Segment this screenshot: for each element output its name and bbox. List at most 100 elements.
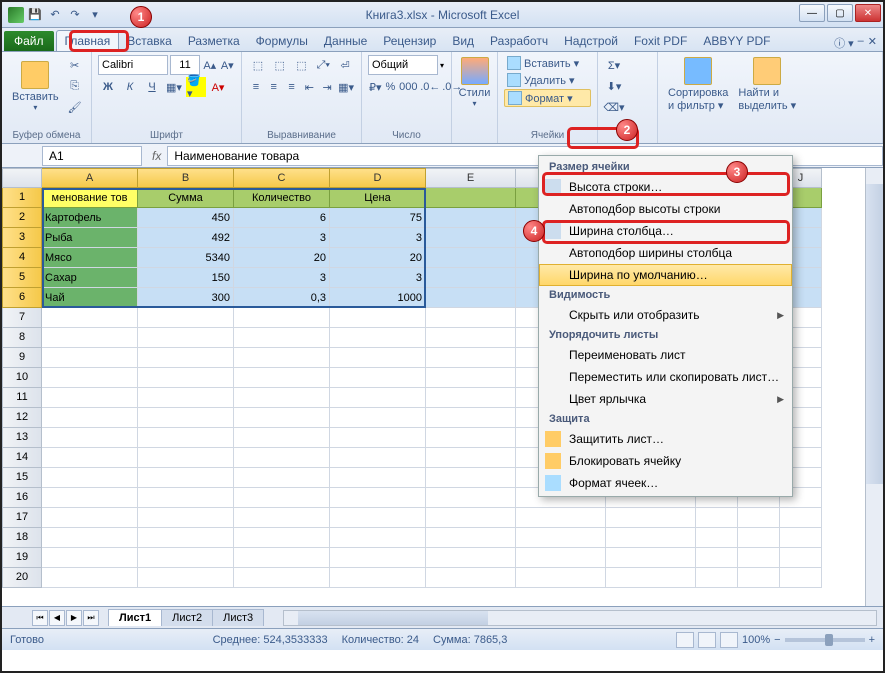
cell[interactable] bbox=[42, 328, 138, 348]
cell[interactable] bbox=[426, 188, 516, 208]
cell[interactable] bbox=[234, 428, 330, 448]
dd-tab-color[interactable]: Цвет ярлычка▶ bbox=[539, 388, 792, 410]
undo-button[interactable]: ↶ bbox=[46, 6, 64, 24]
format-painter[interactable]: 🖌 bbox=[65, 97, 85, 117]
row-header[interactable]: 15 bbox=[2, 468, 42, 488]
cell[interactable] bbox=[330, 548, 426, 568]
cell[interactable] bbox=[696, 568, 738, 588]
cell[interactable] bbox=[42, 568, 138, 588]
row-header[interactable]: 12 bbox=[2, 408, 42, 428]
cell[interactable]: Чай bbox=[42, 288, 138, 308]
cell[interactable] bbox=[234, 488, 330, 508]
row-header[interactable]: 14 bbox=[2, 448, 42, 468]
dd-autofit-row[interactable]: Автоподбор высоты строки bbox=[539, 198, 792, 220]
cell[interactable] bbox=[42, 448, 138, 468]
cell[interactable] bbox=[330, 368, 426, 388]
sheet-nav-next[interactable]: ▶ bbox=[66, 610, 82, 626]
align-left[interactable]: ≡ bbox=[248, 77, 264, 97]
row-header[interactable]: 20 bbox=[2, 568, 42, 588]
cell[interactable] bbox=[606, 568, 696, 588]
help-icon[interactable]: ⓘ ▾ bbox=[834, 35, 854, 51]
sheet-tab-2[interactable]: Лист2 bbox=[161, 609, 213, 626]
cell[interactable] bbox=[330, 348, 426, 368]
cell[interactable] bbox=[234, 508, 330, 528]
dd-move-copy[interactable]: Переместить или скопировать лист… bbox=[539, 366, 792, 388]
tab-developer[interactable]: Разработч bbox=[482, 31, 556, 51]
underline[interactable]: Ч bbox=[142, 77, 162, 97]
cell[interactable] bbox=[426, 448, 516, 468]
cell[interactable] bbox=[738, 508, 780, 528]
cell[interactable] bbox=[696, 508, 738, 528]
tab-home[interactable]: Главная bbox=[56, 30, 120, 51]
cell[interactable] bbox=[330, 408, 426, 428]
cell[interactable] bbox=[42, 508, 138, 528]
cell[interactable] bbox=[516, 568, 606, 588]
cell[interactable]: Рыба bbox=[42, 228, 138, 248]
shrink-font[interactable]: A▾ bbox=[220, 55, 236, 75]
border[interactable]: ▦▾ bbox=[164, 77, 184, 97]
cell[interactable]: Мясо bbox=[42, 248, 138, 268]
sheet-nav-last[interactable]: ⏭ bbox=[83, 610, 99, 626]
cell[interactable] bbox=[780, 528, 822, 548]
cell[interactable]: Картофель bbox=[42, 208, 138, 228]
cell[interactable] bbox=[138, 468, 234, 488]
cell[interactable] bbox=[330, 468, 426, 488]
indent-dec[interactable]: ⇤ bbox=[301, 77, 317, 97]
cell[interactable] bbox=[42, 528, 138, 548]
cell[interactable]: 3 bbox=[330, 268, 426, 288]
dd-autofit-col[interactable]: Автоподбор ширины столбца bbox=[539, 242, 792, 264]
cell[interactable] bbox=[516, 548, 606, 568]
row-header[interactable]: 4 bbox=[2, 248, 42, 268]
col-header-D[interactable]: D bbox=[330, 168, 426, 188]
cell[interactable] bbox=[234, 308, 330, 328]
dd-col-width[interactable]: Ширина столбца… bbox=[539, 220, 792, 242]
find-select[interactable]: Найти и выделить ▾ bbox=[734, 55, 800, 114]
cell[interactable]: 0,3 bbox=[234, 288, 330, 308]
zoom-in[interactable]: + bbox=[869, 634, 875, 646]
cell[interactable] bbox=[330, 568, 426, 588]
cell[interactable] bbox=[426, 488, 516, 508]
cell[interactable] bbox=[138, 448, 234, 468]
cell[interactable] bbox=[138, 528, 234, 548]
cell[interactable] bbox=[780, 508, 822, 528]
cell[interactable] bbox=[234, 568, 330, 588]
autosum[interactable]: Σ▾ bbox=[604, 55, 624, 75]
clear[interactable]: ⌫▾ bbox=[604, 97, 624, 117]
cell[interactable]: 492 bbox=[138, 228, 234, 248]
tab-foxit[interactable]: Foxit PDF bbox=[626, 31, 695, 51]
cell[interactable]: 20 bbox=[234, 248, 330, 268]
inc-dec[interactable]: .0← bbox=[420, 77, 440, 97]
cell[interactable] bbox=[138, 548, 234, 568]
cell[interactable] bbox=[426, 248, 516, 268]
dd-default-width[interactable]: Ширина по умолчанию… bbox=[539, 264, 792, 286]
row-header[interactable]: 3 bbox=[2, 228, 42, 248]
select-all-corner[interactable] bbox=[2, 168, 42, 188]
cell[interactable] bbox=[138, 488, 234, 508]
cell[interactable] bbox=[426, 268, 516, 288]
font-color[interactable]: A▾ bbox=[208, 77, 228, 97]
cell[interactable]: 5340 bbox=[138, 248, 234, 268]
cell[interactable] bbox=[234, 328, 330, 348]
vertical-scrollbar[interactable] bbox=[865, 168, 883, 606]
dd-protect-sheet[interactable]: Защитить лист… bbox=[539, 428, 792, 450]
row-header[interactable]: 2 bbox=[2, 208, 42, 228]
sheet-tab-3[interactable]: Лист3 bbox=[212, 609, 264, 626]
cell[interactable] bbox=[606, 528, 696, 548]
close-wb[interactable]: ✕ bbox=[868, 35, 877, 51]
cell[interactable] bbox=[234, 388, 330, 408]
cell[interactable] bbox=[234, 528, 330, 548]
cell[interactable]: 300 bbox=[138, 288, 234, 308]
cell[interactable] bbox=[330, 428, 426, 448]
cell[interactable] bbox=[234, 348, 330, 368]
cell[interactable] bbox=[234, 468, 330, 488]
cell[interactable]: Сумма bbox=[138, 188, 234, 208]
currency[interactable]: ₽▾ bbox=[368, 77, 383, 97]
cell[interactable] bbox=[696, 548, 738, 568]
cell[interactable]: 150 bbox=[138, 268, 234, 288]
cell[interactable] bbox=[516, 528, 606, 548]
align-right[interactable]: ≡ bbox=[284, 77, 300, 97]
format-cells-button[interactable]: Формат ▾ bbox=[504, 89, 591, 107]
cell[interactable] bbox=[426, 328, 516, 348]
cell[interactable] bbox=[42, 548, 138, 568]
font-name[interactable] bbox=[98, 55, 168, 75]
